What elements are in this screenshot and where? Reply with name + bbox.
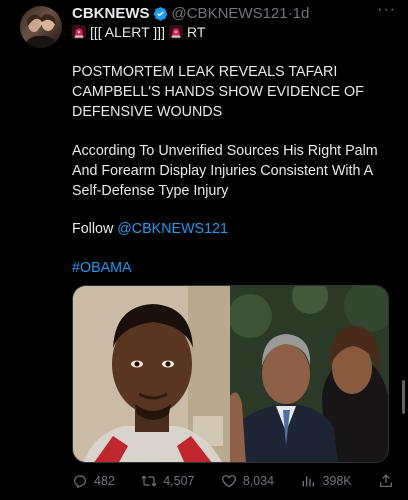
- reply-icon: [74, 475, 86, 489]
- like-button[interactable]: 8,034: [221, 473, 274, 489]
- share-icon: [380, 474, 392, 487]
- tweet-actions: 482 4,507 8,034 398K: [72, 471, 394, 491]
- follow-prefix: Follow: [72, 221, 118, 237]
- views-icon: [303, 476, 315, 487]
- share-button[interactable]: [378, 473, 394, 489]
- police-siren-icon: [72, 25, 86, 39]
- alert-line: [[[ ALERT ]]] RT: [72, 24, 205, 40]
- hashtag-line: #OBAMA: [72, 258, 388, 278]
- hashtag-link[interactable]: #OBAMA: [72, 260, 132, 276]
- like-icon: [221, 475, 236, 488]
- avatar-photo: [22, 14, 60, 48]
- tweet-headline: POSTMORTEM LEAK REVEALS TAFARI CAMPBELL'…: [72, 64, 364, 120]
- scrollbar-thumb[interactable]: [402, 380, 405, 414]
- views-button[interactable]: 398K: [300, 473, 352, 489]
- tweet-media[interactable]: [72, 285, 389, 463]
- reply-count: 482: [94, 474, 115, 488]
- repost-count: 4,507: [163, 474, 195, 488]
- author-avatar[interactable]: [20, 6, 62, 48]
- repost-icon: [141, 475, 157, 487]
- media-image-right[interactable]: [228, 286, 388, 462]
- more-options-button[interactable]: ···: [377, 1, 396, 19]
- repost-button[interactable]: 4,507: [141, 473, 194, 489]
- media-image-left[interactable]: [73, 286, 230, 462]
- follow-line: Follow @CBKNEWS121: [72, 219, 388, 239]
- tweet-header: CBKNEWS @CBKNEWS121 · 1d ···: [72, 1, 396, 23]
- couple-photo: [228, 286, 388, 462]
- tweet-time[interactable]: 1d: [293, 5, 310, 22]
- police-siren-icon: [168, 25, 183, 39]
- follow-handle-link[interactable]: @CBKNEWS121: [117, 221, 228, 237]
- reply-button[interactable]: 482: [72, 473, 115, 489]
- rt-text: RT: [186, 24, 206, 40]
- portrait-photo: [73, 286, 230, 462]
- tweet-paragraph: According To Unverified Sources His Righ…: [72, 143, 378, 199]
- author-handle[interactable]: @CBKNEWS121: [172, 5, 288, 22]
- like-count: 8,034: [242, 474, 275, 488]
- author-name[interactable]: CBKNEWS: [72, 5, 150, 22]
- views-count: 398K: [322, 474, 352, 488]
- alert-text: [[[ ALERT ]]]: [90, 24, 165, 40]
- verified-badge-icon: [153, 6, 167, 21]
